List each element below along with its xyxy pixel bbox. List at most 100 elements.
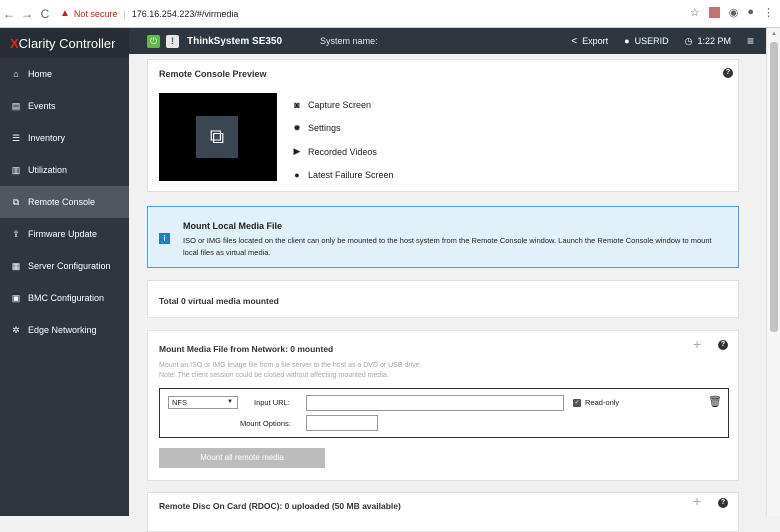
- mount-all-remote-media-button[interactable]: Mount all remote media: [159, 448, 325, 468]
- sidebar-item-inventory[interactable]: ☰ Inventory: [0, 122, 129, 154]
- input-url-label: Input URL:: [254, 398, 290, 407]
- browser-menu-icon[interactable]: ⋮: [763, 6, 774, 19]
- local-media-title: Mount Local Media File: [183, 221, 283, 231]
- brand-name: Clarity Controller: [18, 35, 116, 51]
- help-icon[interactable]: ?: [718, 340, 728, 350]
- url-text[interactable]: 176.16.254.223/#/virmedia: [132, 9, 239, 19]
- total-mounted-text: Total 0 virtual media mounted: [159, 296, 279, 306]
- bmc-icon: ▣: [11, 292, 21, 303]
- sidebar-item-label: Firmware Update: [28, 229, 98, 239]
- upload-icon: ⇪: [12, 228, 20, 239]
- remote-console-actions: ◙ Capture Screen ✹ Settings ▶ Recorded Vide…: [291, 93, 394, 188]
- remote-media-entry: NFS ▼ Input URL: ✓ Read-only 🗑 Mount Opti…: [159, 388, 729, 438]
- scrollbar-thumb[interactable]: [770, 42, 778, 332]
- sidebar-item-server-configuration[interactable]: ▦ Server Configuration: [0, 250, 129, 282]
- readonly-label: Read-only: [585, 398, 620, 407]
- network-media-card: Mount Media File from Network: 0 mounted…: [147, 330, 739, 481]
- capture-screen-link[interactable]: ◙ Capture Screen: [291, 93, 394, 117]
- export-button[interactable]: Export: [582, 36, 608, 46]
- page-scrollbar[interactable]: ▲: [766, 28, 780, 516]
- readonly-checkbox[interactable]: ✓: [573, 399, 581, 407]
- address-separator: |: [123, 8, 126, 19]
- latest-failure-screen-link[interactable]: ● Latest Failure Screen: [291, 164, 394, 188]
- link-label: Settings: [308, 123, 341, 134]
- recorded-videos-link[interactable]: ▶ Recorded Videos: [291, 140, 394, 164]
- sidebar-item-label: Server Configuration: [28, 261, 111, 271]
- time-display: 1:22 PM: [697, 36, 731, 46]
- reload-icon[interactable]: C: [36, 7, 54, 21]
- app-header: ⏻ ! ThinkSystem SE350 System name: < Exp…: [129, 28, 766, 54]
- sidebar-item-label: Events: [28, 101, 56, 111]
- menu-icon[interactable]: ≡: [747, 34, 754, 48]
- extension-pdf-icon[interactable]: [708, 7, 720, 18]
- power-status-icon[interactable]: ⏻: [147, 34, 160, 48]
- sidebar: X Clarity Controller ⌂ Home ▤ Events ☰ Inven…: [0, 28, 129, 516]
- network-media-desc-2: Note: The client session could be closed…: [159, 372, 389, 379]
- camera-icon: ◙: [294, 99, 300, 110]
- system-model: ThinkSystem SE350: [187, 35, 283, 47]
- share-icon[interactable]: <: [571, 36, 577, 47]
- scroll-up-icon[interactable]: ▲: [771, 31, 777, 37]
- chevron-down-icon: ▼: [227, 399, 233, 405]
- play-icon: ▶: [293, 146, 301, 157]
- sidebar-item-bmc-configuration[interactable]: ▣ BMC Configuration: [0, 282, 129, 314]
- total-mounted-card: Total 0 virtual media mounted: [147, 280, 739, 318]
- network-media-title: Mount Media File from Network: 0 mounted: [159, 344, 334, 354]
- browser-actions: ☆ ◉ ● ⋮: [690, 6, 774, 19]
- chart-icon: ▥: [11, 164, 21, 175]
- sidebar-item-home[interactable]: ⌂ Home: [0, 58, 129, 90]
- sidebar-item-utilization[interactable]: ▥ Utilization: [0, 154, 129, 186]
- sidebar-item-firmware-update[interactable]: ⇪ Firmware Update: [0, 218, 129, 250]
- remote-console-title: Remote Console Preview: [159, 69, 267, 79]
- address-bar[interactable]: ▲ Not secure | 176.16.254.223/#/virmedia: [60, 8, 238, 19]
- brand-x: X: [10, 35, 19, 51]
- events-icon: ▤: [11, 100, 21, 111]
- local-media-description: ISO or IMG files located on the client c…: [183, 236, 712, 257]
- link-label: Capture Screen: [308, 99, 372, 110]
- back-icon[interactable]: ←: [0, 7, 18, 21]
- trash-icon[interactable]: 🗑: [708, 395, 722, 408]
- bookmark-star-icon[interactable]: ☆: [690, 6, 700, 19]
- not-secure-label[interactable]: Not secure: [74, 9, 118, 19]
- mount-options-field[interactable]: [306, 415, 378, 431]
- alert-icon: ●: [294, 170, 300, 181]
- sidebar-item-remote-console[interactable]: ⧉ Remote Console: [0, 186, 129, 218]
- protocol-select[interactable]: NFS ▼: [168, 396, 238, 409]
- add-icon[interactable]: +: [693, 493, 701, 509]
- input-url-field[interactable]: [306, 395, 564, 411]
- network-icon: ✲: [12, 324, 20, 335]
- remote-console-card: Remote Console Preview ? ⧉ ◙ Capture Scre…: [147, 59, 739, 192]
- sidebar-item-events[interactable]: ▤ Events: [0, 90, 129, 122]
- mount-options-label: Mount Options:: [240, 419, 291, 428]
- forward-icon[interactable]: →: [18, 7, 36, 21]
- sidebar-item-label: BMC Configuration: [28, 293, 105, 303]
- sidebar-item-label: Remote Console: [28, 197, 96, 207]
- extension-circle-icon[interactable]: ◉: [729, 6, 739, 19]
- sidebar-item-label: Edge Networking: [28, 325, 97, 335]
- settings-link[interactable]: ✹ Settings: [291, 117, 394, 141]
- sidebar-item-edge-networking[interactable]: ✲ Edge Networking: [0, 314, 129, 346]
- sidebar-item-label: Inventory: [28, 133, 66, 143]
- list-icon: ☰: [11, 132, 21, 143]
- rdoc-title: Remote Disc On Card (RDOC): 0 uploaded (…: [159, 501, 401, 511]
- system-name-label: System name:: [320, 36, 378, 46]
- link-label: Latest Failure Screen: [308, 170, 394, 181]
- sidebar-item-label: Utilization: [28, 165, 68, 175]
- brand-logo: X Clarity Controller: [0, 28, 129, 58]
- add-icon[interactable]: +: [693, 336, 701, 352]
- server-icon: ▦: [11, 260, 21, 271]
- user-menu[interactable]: USERID: [635, 36, 669, 46]
- console-preview[interactable]: ⧉: [159, 93, 277, 181]
- sidebar-item-label: Home: [28, 69, 53, 79]
- local-media-info: i Mount Local Media File ISO or IMG file…: [147, 206, 739, 268]
- header-actions: < Export ● USERID ◷ 1:22 PM ≡: [571, 28, 754, 54]
- health-warning-icon[interactable]: !: [166, 34, 179, 48]
- profile-icon[interactable]: ●: [747, 6, 754, 19]
- clock-icon: ◷: [684, 35, 693, 46]
- protocol-value: NFS: [172, 398, 187, 407]
- browser-toolbar: ← → C ▲ Not secure | 176.16.254.223/#/vi…: [0, 0, 780, 28]
- help-icon[interactable]: ?: [723, 68, 733, 78]
- launch-console-icon[interactable]: ⧉: [196, 116, 238, 158]
- help-icon[interactable]: ?: [718, 498, 728, 508]
- gear-icon: ✹: [293, 122, 301, 133]
